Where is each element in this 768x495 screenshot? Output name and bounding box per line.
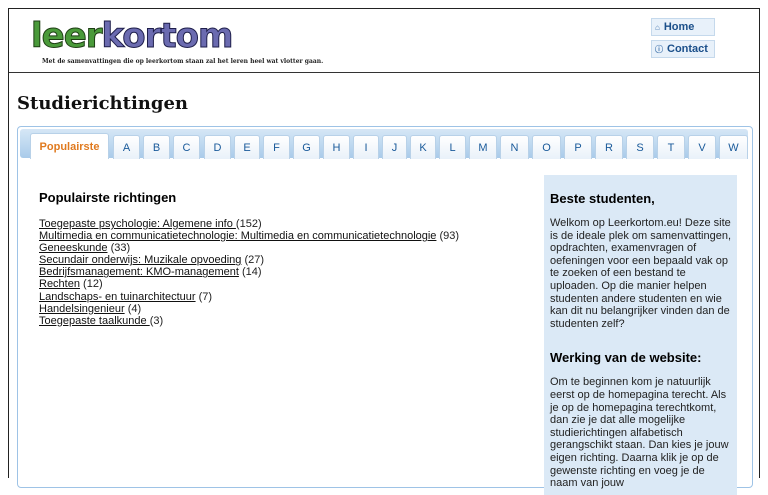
list-item: Bedrijfsmanagement: KMO-management (14): [39, 266, 459, 278]
page-frame: leerkortom Met de samenvattingen die op …: [8, 8, 760, 495]
top-nav: ⌂ Home ⓘ Contact: [651, 18, 715, 62]
tab-r[interactable]: R: [595, 135, 623, 159]
richting-link[interactable]: Rechten: [39, 278, 80, 290]
list-item: Rechten (12): [39, 278, 459, 290]
contact-button[interactable]: ⓘ Contact: [651, 40, 715, 58]
home-label: Home: [663, 21, 695, 33]
richting-count: (27): [244, 254, 265, 267]
welcome-text: Welkom op Leerkortom.eu! Deze site is de…: [550, 217, 731, 330]
tab-f[interactable]: F: [263, 135, 290, 159]
logo-part-kortom: kortom: [101, 16, 234, 56]
richting-count: (93): [439, 230, 460, 243]
tab-c[interactable]: C: [173, 135, 200, 159]
tab-e[interactable]: E: [234, 135, 260, 159]
list-item: Landschaps- en tuinarchitectuur (7): [39, 291, 459, 303]
list-item: Secundair onderwijs: Muzikale opvoeding …: [39, 254, 459, 266]
tab-b[interactable]: B: [143, 135, 170, 159]
tab-j[interactable]: J: [382, 135, 407, 159]
welcome-heading: Beste studenten,: [550, 191, 655, 206]
richting-count: (152): [235, 218, 262, 230]
site-tagline: Met de samenvattingen die op leerkortom …: [42, 58, 324, 65]
list-item: Handelsingenieur (4): [39, 303, 459, 315]
list-item: Toegepaste psychologie: Algemene info (1…: [39, 218, 459, 230]
tab-w[interactable]: W: [719, 135, 748, 159]
tab-n[interactable]: N: [500, 135, 529, 159]
home-button[interactable]: ⌂ Home: [651, 18, 715, 36]
richting-link[interactable]: Toegepaste psychologie: Algemene info: [39, 218, 236, 230]
tab-t[interactable]: T: [657, 135, 685, 159]
list-item: Geneeskunde (33): [39, 242, 459, 254]
list-item: Toegepaste taalkunde (3): [39, 315, 459, 327]
alphabet-tab-bar: Populairste A B C D E F G H I J K L M N …: [20, 129, 748, 159]
tab-populairste[interactable]: Populairste: [30, 133, 109, 159]
list-item: Multimedia en communicatietechnologie: M…: [39, 230, 459, 242]
tab-i[interactable]: I: [353, 135, 379, 159]
info-icon: ⓘ: [655, 44, 663, 54]
richting-count: (12): [83, 278, 103, 291]
tab-m[interactable]: M: [469, 135, 497, 159]
how-it-works-text: Om te beginnen kom je natuurlijk eerst o…: [550, 376, 729, 490]
contact-label: Contact: [667, 43, 708, 55]
richting-link[interactable]: Multimedia en communicatietechnologie: M…: [39, 230, 436, 242]
richting-count: (14): [242, 266, 262, 279]
richting-link[interactable]: Bedrijfsmanagement: KMO-management: [39, 266, 239, 278]
richting-count: (7): [198, 290, 213, 303]
tab-v[interactable]: V: [688, 135, 716, 159]
tab-p[interactable]: P: [564, 135, 592, 159]
studierichtingen-panel: Populairste A B C D E F G H I J K L M N …: [17, 126, 753, 495]
how-it-works-heading: Werking van de website:: [550, 350, 702, 366]
home-icon: ⌂: [655, 22, 660, 32]
tab-g[interactable]: G: [293, 135, 320, 159]
richting-link[interactable]: Handelsingenieur: [39, 303, 125, 315]
tab-d[interactable]: D: [204, 135, 231, 159]
popular-title: Populairste richtingen: [39, 190, 177, 205]
tab-k[interactable]: K: [410, 135, 436, 159]
site-header: leerkortom Met de samenvattingen die op …: [9, 9, 759, 73]
logo-part-leer: leer: [31, 16, 104, 56]
popular-list: Toegepaste psychologie: Algemene info (1…: [39, 218, 459, 327]
site-logo[interactable]: leerkortom: [31, 16, 234, 56]
tab-s[interactable]: S: [626, 135, 654, 159]
richting-count: (33): [110, 242, 131, 255]
richting-count: (3): [149, 314, 164, 327]
tab-o[interactable]: O: [532, 135, 561, 159]
richting-link[interactable]: Secundair onderwijs: Muzikale opvoeding: [39, 254, 241, 266]
tab-h[interactable]: H: [323, 135, 350, 159]
richting-link[interactable]: Geneeskunde: [39, 242, 108, 254]
richting-link[interactable]: Landschaps- en tuinarchitectuur: [39, 291, 196, 303]
richting-count: (4): [127, 302, 142, 315]
tab-a[interactable]: A: [113, 135, 140, 159]
info-sidebar: Beste studenten, Welkom op Leerkortom.eu…: [544, 175, 737, 495]
tab-l[interactable]: L: [439, 135, 466, 159]
page-title: Studierichtingen: [17, 93, 189, 114]
richting-link[interactable]: Toegepaste taalkunde: [39, 315, 150, 327]
